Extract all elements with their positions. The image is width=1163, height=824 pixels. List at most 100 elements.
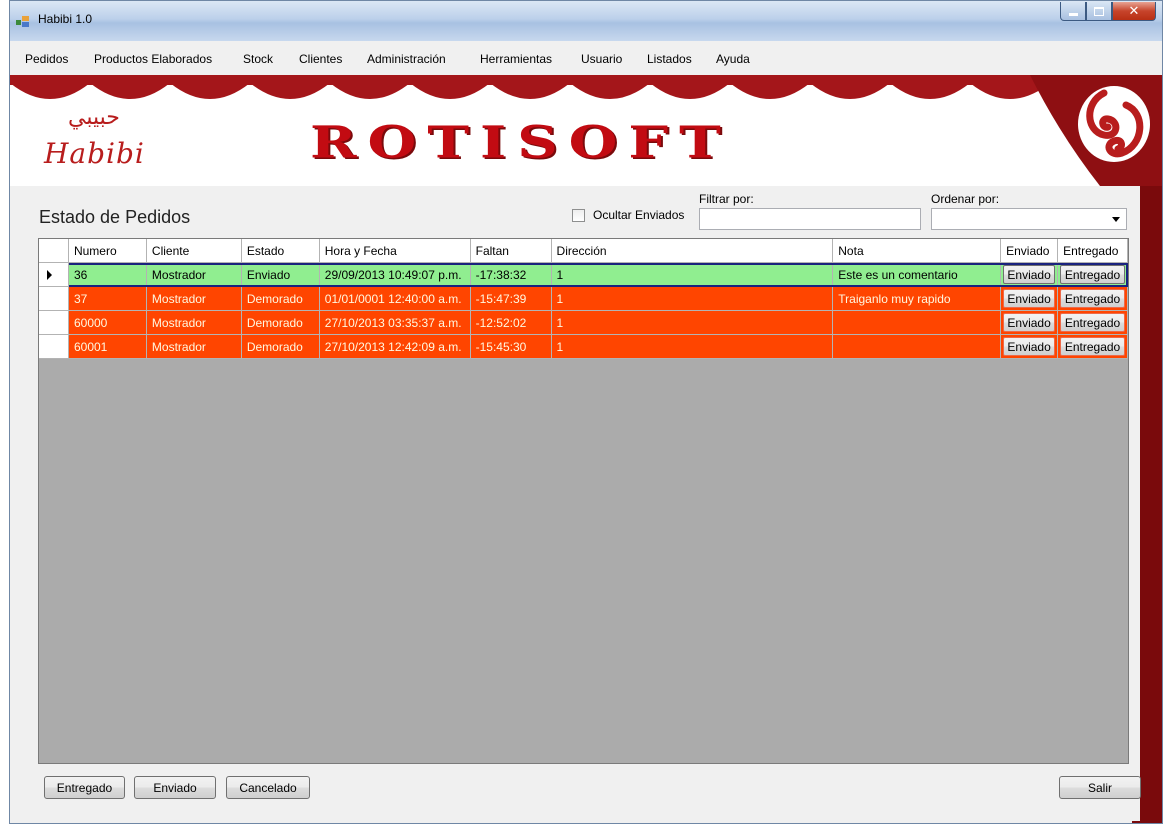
- cell-direccion[interactable]: 1: [551, 263, 834, 287]
- menu-listados[interactable]: Listados: [647, 52, 692, 66]
- table-row[interactable]: 36 Mostrador Enviado 29/09/2013 10:49:07…: [39, 263, 1128, 287]
- column-header-hora-fecha[interactable]: Hora y Fecha: [319, 239, 471, 263]
- logo-arabic: حبيبي: [68, 105, 120, 130]
- row-entregado-button[interactable]: Entregado: [1060, 265, 1126, 284]
- cell-nota[interactable]: [833, 335, 1002, 359]
- banner: حبيبي Habibi ROTISOFT: [10, 75, 1162, 186]
- cell-estado[interactable]: Demorado: [241, 311, 320, 335]
- filter-input[interactable]: [699, 208, 921, 230]
- salir-button[interactable]: Salir: [1059, 776, 1141, 799]
- column-header-numero[interactable]: Numero: [68, 239, 147, 263]
- cell-faltan[interactable]: -15:45:30: [470, 335, 552, 359]
- cell-direccion[interactable]: 1: [551, 311, 834, 335]
- hide-sent-checkbox[interactable]: [572, 209, 585, 222]
- cell-direccion[interactable]: 1: [551, 287, 834, 311]
- column-header-estado[interactable]: Estado: [241, 239, 320, 263]
- row-selector[interactable]: [39, 335, 69, 359]
- current-row-arrow-icon: [47, 270, 52, 280]
- row-enviado-button[interactable]: Enviado: [1003, 265, 1056, 284]
- table-row[interactable]: 37 Mostrador Demorado 01/01/0001 12:40:0…: [39, 287, 1128, 311]
- cell-entregado: Entregado: [1058, 311, 1128, 335]
- enviado-button[interactable]: Enviado: [134, 776, 216, 799]
- cell-direccion[interactable]: 1: [551, 335, 834, 359]
- orders-grid[interactable]: Numero Cliente Estado Hora y Fecha Falta…: [38, 238, 1129, 764]
- cell-cliente[interactable]: Mostrador: [146, 287, 242, 311]
- filter-label: Filtrar por:: [699, 192, 754, 206]
- cell-enviado: Enviado: [1001, 287, 1059, 311]
- cell-numero[interactable]: 60000: [68, 311, 147, 335]
- row-header-corner: [39, 239, 69, 263]
- cell-faltan[interactable]: -15:47:39: [470, 287, 552, 311]
- cell-cliente[interactable]: Mostrador: [146, 263, 242, 287]
- cell-nota[interactable]: Este es un comentario: [833, 263, 1002, 287]
- cell-cliente[interactable]: Mostrador: [146, 335, 242, 359]
- cancelado-button[interactable]: Cancelado: [226, 776, 310, 799]
- column-header-direccion[interactable]: Dirección: [551, 239, 834, 263]
- cell-numero[interactable]: 60001: [68, 335, 147, 359]
- column-header-cliente[interactable]: Cliente: [146, 239, 242, 263]
- cell-hora-fecha[interactable]: 01/01/0001 12:40:00 a.m.: [319, 287, 471, 311]
- caption-buttons: ✕: [1060, 2, 1156, 22]
- hide-sent-label[interactable]: Ocultar Enviados: [593, 208, 684, 222]
- column-header-entregado[interactable]: Entregado: [1058, 239, 1128, 263]
- cell-estado[interactable]: Demorado: [241, 287, 320, 311]
- menu-stock[interactable]: Stock: [243, 52, 273, 66]
- chevron-down-icon[interactable]: [1112, 217, 1120, 222]
- row-entregado-button[interactable]: Entregado: [1060, 289, 1126, 308]
- grid-header: Numero Cliente Estado Hora y Fecha Falta…: [39, 239, 1128, 263]
- menu-herramientas[interactable]: Herramientas: [480, 52, 552, 66]
- cell-hora-fecha[interactable]: 27/10/2013 03:35:37 a.m.: [319, 311, 471, 335]
- row-enviado-button[interactable]: Enviado: [1003, 313, 1056, 332]
- app-icon: [16, 16, 29, 27]
- cell-nota[interactable]: Traiganlo muy rapido: [833, 287, 1002, 311]
- cell-numero[interactable]: 37: [68, 287, 147, 311]
- row-selector[interactable]: [39, 287, 69, 311]
- cell-estado[interactable]: Demorado: [241, 335, 320, 359]
- menu-administracion[interactable]: Administración: [367, 52, 446, 66]
- cell-faltan[interactable]: -17:38:32: [470, 263, 552, 287]
- menu-clientes[interactable]: Clientes: [299, 52, 342, 66]
- minimize-icon[interactable]: [1060, 2, 1086, 21]
- cell-nota[interactable]: [833, 311, 1002, 335]
- cell-enviado: Enviado: [1001, 335, 1059, 359]
- cell-hora-fecha[interactable]: 27/10/2013 12:42:09 a.m.: [319, 335, 471, 359]
- row-selector[interactable]: [39, 311, 69, 335]
- row-enviado-button[interactable]: Enviado: [1003, 337, 1056, 356]
- cell-estado[interactable]: Enviado: [241, 263, 320, 287]
- sort-label: Ordenar por:: [931, 192, 1000, 206]
- orders-panel: Estado de Pedidos Ocultar Enviados Filtr…: [20, 186, 1141, 821]
- row-selector[interactable]: [39, 263, 69, 287]
- menu-usuario[interactable]: Usuario: [581, 52, 622, 66]
- logo-habibi: Habibi: [44, 137, 145, 170]
- brand-title: ROTISOFT: [310, 117, 732, 169]
- menu-productos-elaborados[interactable]: Productos Elaborados: [94, 52, 212, 66]
- title-bar[interactable]: Habibi 1.0 ✕: [10, 1, 1162, 41]
- table-row[interactable]: 60001 Mostrador Demorado 27/10/2013 12:4…: [39, 335, 1128, 359]
- main-window: Habibi 1.0 ✕ Pedidos Productos Elaborado…: [9, 0, 1163, 824]
- swirl-logo-icon: [1078, 86, 1150, 162]
- menu-pedidos[interactable]: Pedidos: [25, 52, 68, 66]
- cell-cliente[interactable]: Mostrador: [146, 311, 242, 335]
- cell-entregado: Entregado: [1058, 263, 1128, 287]
- row-enviado-button[interactable]: Enviado: [1003, 289, 1056, 308]
- page-title: Estado de Pedidos: [39, 207, 191, 227]
- cell-enviado: Enviado: [1001, 263, 1059, 287]
- row-entregado-button[interactable]: Entregado: [1060, 313, 1126, 332]
- cell-enviado: Enviado: [1001, 311, 1059, 335]
- table-row[interactable]: 60000 Mostrador Demorado 27/10/2013 03:3…: [39, 311, 1128, 335]
- row-entregado-button[interactable]: Entregado: [1060, 337, 1126, 356]
- maximize-icon[interactable]: [1086, 2, 1112, 21]
- column-header-enviado[interactable]: Enviado: [1001, 239, 1059, 263]
- cell-hora-fecha[interactable]: 29/09/2013 10:49:07 p.m.: [319, 263, 471, 287]
- cell-faltan[interactable]: -12:52:02: [470, 311, 552, 335]
- sort-select[interactable]: [931, 208, 1127, 230]
- cell-numero[interactable]: 36: [68, 263, 147, 287]
- close-icon[interactable]: ✕: [1112, 2, 1156, 21]
- menu-ayuda[interactable]: Ayuda: [716, 52, 750, 66]
- column-header-nota[interactable]: Nota: [833, 239, 1002, 263]
- window-title: Habibi 1.0: [38, 12, 93, 26]
- column-header-faltan[interactable]: Faltan: [470, 239, 552, 263]
- cell-entregado: Entregado: [1058, 335, 1128, 359]
- cell-entregado: Entregado: [1058, 287, 1128, 311]
- entregado-button[interactable]: Entregado: [44, 776, 125, 799]
